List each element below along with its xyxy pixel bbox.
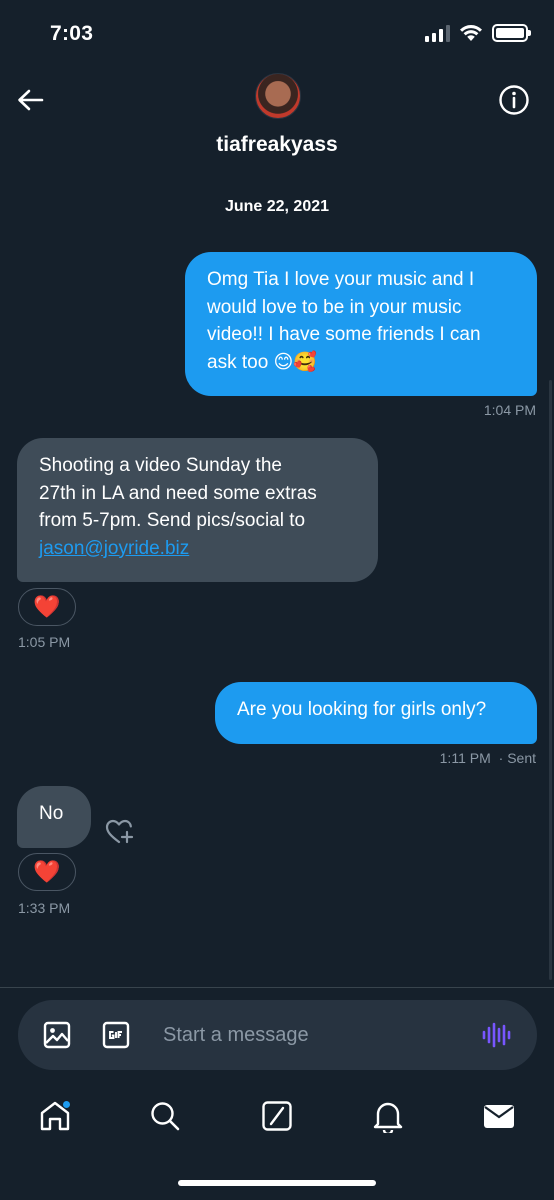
add-reaction-button[interactable] bbox=[104, 816, 136, 848]
notification-dot bbox=[62, 1100, 71, 1109]
message-line: 27th in LA and need some extras bbox=[39, 482, 317, 504]
voice-message-button[interactable] bbox=[480, 1019, 512, 1051]
heart-reaction[interactable]: ❤️ bbox=[18, 588, 76, 626]
info-icon bbox=[499, 85, 529, 115]
outgoing-message-bubble[interactable]: Are you looking for girls only? bbox=[215, 682, 537, 744]
tab-home[interactable] bbox=[37, 1098, 73, 1134]
divider bbox=[0, 987, 554, 988]
incoming-message-bubble[interactable]: Shooting a video Sunday the 27th in LA a… bbox=[17, 438, 378, 582]
message-line: Shooting a video Sunday the bbox=[39, 455, 282, 476]
message-input[interactable] bbox=[163, 1015, 463, 1055]
status-icons bbox=[425, 24, 531, 42]
status-bar: 7:03 bbox=[0, 0, 554, 70]
image-icon bbox=[43, 1021, 71, 1049]
tab-search[interactable] bbox=[147, 1098, 183, 1134]
message-line: from 5-7pm. Send pics/social to bbox=[39, 510, 306, 531]
status-time: 7:03 bbox=[50, 22, 94, 45]
bottom-tab-bar bbox=[0, 1090, 554, 1150]
message-composer bbox=[18, 1000, 537, 1070]
scrollbar[interactable] bbox=[549, 380, 552, 980]
outgoing-message-bubble[interactable]: Omg Tia I love your music and I would lo… bbox=[185, 252, 537, 396]
message-line: would love to be in your music bbox=[207, 296, 462, 318]
heart-reaction[interactable]: ❤️ bbox=[18, 853, 76, 891]
tab-grok[interactable] bbox=[259, 1098, 295, 1134]
cellular-signal-icon bbox=[425, 24, 450, 42]
date-separator: June 22, 2021 bbox=[224, 198, 330, 215]
info-button[interactable] bbox=[496, 82, 532, 118]
home-indicator bbox=[178, 1180, 376, 1186]
battery-icon bbox=[492, 24, 531, 42]
tab-messages[interactable] bbox=[481, 1098, 517, 1134]
message-timestamp: 1:11 PM · Sent bbox=[440, 750, 536, 766]
arrow-left-icon bbox=[18, 89, 44, 111]
message-timestamp: 1:33 PM bbox=[18, 900, 71, 916]
message-text: No bbox=[39, 803, 64, 824]
message-timestamp: 1:05 PM bbox=[18, 634, 71, 650]
email-link[interactable]: jason@joyride.biz bbox=[39, 538, 189, 559]
add-gif-button[interactable] bbox=[100, 1019, 132, 1051]
message-time: 1:11 PM bbox=[439, 750, 491, 766]
search-icon bbox=[151, 1102, 180, 1131]
conversation-header: tiafreakyass bbox=[0, 70, 554, 180]
message-line: video!! I have some friends I can bbox=[207, 324, 481, 345]
mail-icon bbox=[484, 1105, 514, 1128]
voice-wave-icon bbox=[482, 1022, 511, 1048]
gif-icon bbox=[102, 1021, 130, 1049]
incoming-message-bubble[interactable]: No bbox=[17, 786, 91, 848]
tab-notifications[interactable] bbox=[370, 1098, 406, 1134]
add-image-button[interactable] bbox=[41, 1019, 73, 1051]
conversation-username[interactable]: tiafreakyass bbox=[0, 133, 554, 157]
message-line: Omg Tia I love your music and I bbox=[207, 269, 475, 290]
heart-plus-icon bbox=[105, 819, 134, 844]
message-status: · Sent bbox=[498, 750, 536, 766]
back-button[interactable] bbox=[12, 82, 48, 118]
message-timestamp: 1:04 PM bbox=[483, 402, 536, 418]
message-line: ask too 😊🥰 bbox=[207, 351, 318, 373]
message-text: Are you looking for girls only? bbox=[237, 699, 487, 720]
wifi-icon bbox=[460, 25, 482, 41]
avatar[interactable] bbox=[255, 73, 301, 119]
bell-icon bbox=[373, 1102, 403, 1133]
grok-icon bbox=[262, 1101, 292, 1131]
